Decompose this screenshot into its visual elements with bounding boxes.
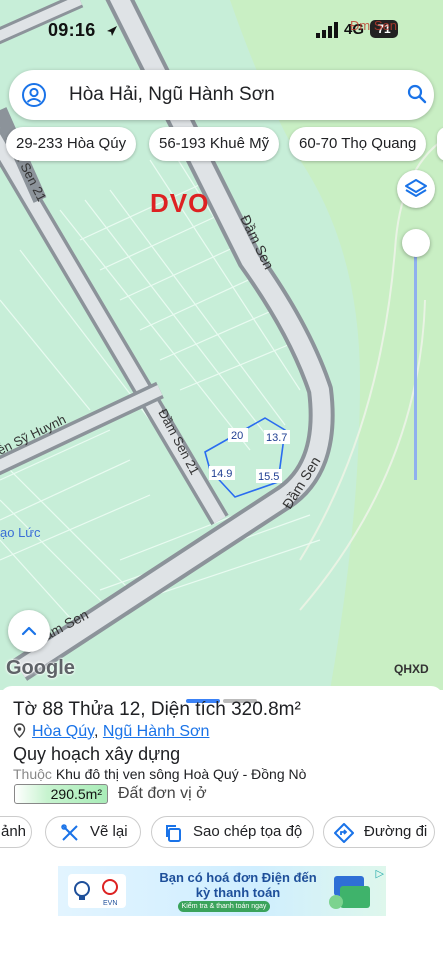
status-bar: 09:16 4G 71 Đm Sen (0, 0, 443, 60)
layers-icon (405, 179, 427, 197)
redraw-button[interactable]: Vẽ lại (45, 816, 141, 848)
qhxd-label: QHXD (394, 662, 429, 676)
evn-logo: EVN (68, 874, 126, 908)
ad-choices-icon[interactable]: ▷ (376, 867, 384, 880)
redraw-button-label: Vẽ lại (90, 823, 128, 840)
ward-link[interactable]: Hòa Qúy (32, 723, 94, 740)
status-time: 09:16 (48, 20, 96, 40)
dvo-watermark: DVO (150, 188, 210, 218)
chip-hoa-quy[interactable]: 29-233 Hòa Qúy (6, 127, 137, 161)
plan-prefix: Thuộc (13, 766, 52, 782)
plan-zone: Thuộc Khu đô thị ven sông Hoà Quý - Đồng… (13, 766, 306, 782)
photo-button-label: ảnh (1, 823, 27, 840)
directions-button[interactable]: Đường đi (323, 816, 435, 848)
parcel-info-sheet: Tờ 88 Thửa 12, Diện tích 320.8m² Hòa Qúy… (0, 686, 443, 960)
copy-icon (166, 825, 181, 842)
payment-illustration-icon (329, 876, 370, 909)
opacity-slider-handle[interactable] (402, 229, 430, 257)
notification-app-tag: Đm Sen (350, 18, 397, 33)
account-icon[interactable] (21, 82, 47, 108)
parcel-location: Hòa Qúy, Ngũ Hành Sơn (13, 723, 209, 741)
chip-tho-quang[interactable]: 60-70 Thọ Quang (289, 127, 427, 161)
action-row: ảnh Vẽ lại Sao chép tọa độ Đường đi (0, 816, 443, 848)
search-bar[interactable]: Hòa Hải, Ngũ Hành Sơn (9, 70, 434, 120)
street-label-dao-luc: ạo Lức (0, 525, 41, 540)
lot-dim-left: 14.9 (211, 468, 232, 480)
land-type: Đất đơn vị ở (118, 785, 207, 802)
parcel-title: Tờ 88 Thửa 12, Diện tích 320.8m² (13, 699, 301, 720)
district-link[interactable]: Ngũ Hành Sơn (103, 723, 210, 740)
search-icon[interactable] (405, 82, 429, 106)
plan-heading: Quy hoạch xây dựng (13, 744, 181, 764)
lot-dim-top: 20 (231, 430, 243, 442)
copy-coordinates-button[interactable]: Sao chép tọa độ (151, 816, 314, 848)
plan-zone-name: Khu đô thị ven sông Hoà Quý - Đồng Nò (55, 766, 307, 782)
location-pin-icon (13, 723, 26, 738)
directions-icon (334, 823, 354, 843)
lightbulb-icon: EVN (74, 879, 118, 907)
location-arrow-icon (107, 26, 117, 36)
chevron-up-icon (21, 626, 37, 636)
suggestion-chips: 29-233 Hòa Qúy 56-193 Khuê Mỹ 60-70 Thọ … (0, 127, 443, 163)
copy-coordinates-label: Sao chép tọa độ (193, 823, 303, 840)
evn-brand: EVN (103, 900, 117, 907)
lot-dim-right: 13.7 (266, 432, 287, 444)
ad-cta-button[interactable]: Kiểm tra & thanh toán ngay (178, 901, 270, 912)
signal-icon (316, 22, 338, 38)
layers-button[interactable] (397, 170, 435, 208)
directions-label: Đường đi (364, 823, 428, 840)
ad-headline: Bạn có hoá đơn Điện đến kỳ thanh toán (159, 870, 317, 900)
chip-khue-my[interactable]: 56-193 Khuê Mỹ (149, 127, 280, 161)
lot-dim-bottom: 15.5 (258, 471, 279, 483)
opacity-slider-track[interactable] (414, 250, 417, 480)
redraw-icon (61, 824, 78, 841)
land-area-badge: 290.5m² (14, 784, 108, 804)
expand-sheet-button[interactable] (8, 610, 50, 652)
chip-overflow[interactable] (437, 127, 443, 161)
location-separator: , (93, 723, 99, 740)
search-query[interactable]: Hòa Hải, Ngũ Hành Sơn (69, 84, 275, 106)
google-logo: Google (6, 657, 75, 679)
evn-advertisement[interactable]: EVN Bạn có hoá đơn Điện đến kỳ thanh toá… (58, 866, 386, 916)
photo-button[interactable]: ảnh (0, 816, 32, 848)
